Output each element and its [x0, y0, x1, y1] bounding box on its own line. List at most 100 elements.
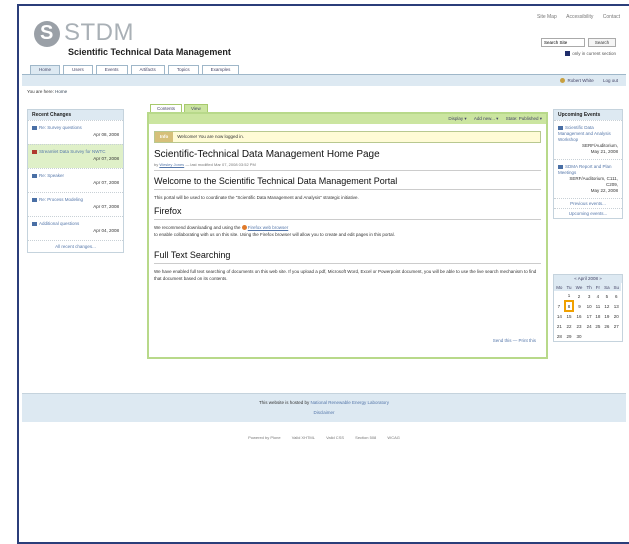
calendar-day[interactable]: 3: [585, 291, 594, 301]
tab-contents[interactable]: Contents: [150, 104, 183, 112]
calendar-day[interactable]: 30: [573, 331, 584, 341]
calendar-day[interactable]: 21: [554, 321, 565, 331]
calendar-day[interactable]: 4: [594, 291, 603, 301]
calendar-day: [585, 331, 594, 341]
author-link[interactable]: Wesley Jones: [159, 162, 184, 167]
calendar-day[interactable]: 15: [565, 311, 574, 321]
calendar-day[interactable]: 29: [565, 331, 574, 341]
send-this-link[interactable]: Send this: [493, 338, 512, 343]
calendar-day[interactable]: 7: [554, 301, 565, 311]
event-title[interactable]: SDMA Report and Plan Meetings: [558, 164, 612, 175]
item-label[interactable]: Re: Survey questions: [39, 125, 82, 130]
list-item[interactable]: Additional questions Apr 04, 2008: [28, 216, 123, 240]
badge-wcag[interactable]: WCAG: [387, 435, 399, 440]
contact-link[interactable]: Contact: [603, 14, 620, 20]
calendar-day[interactable]: 16: [573, 311, 584, 321]
item-label[interactable]: Additional questions: [39, 221, 79, 226]
calendar-day[interactable]: 12: [602, 301, 611, 311]
search-button[interactable]: Search: [588, 38, 616, 47]
tab-artifacts[interactable]: Artifacts: [130, 65, 165, 74]
only-section-option: only in current section: [565, 51, 616, 56]
badge-508[interactable]: Section 508: [355, 435, 376, 440]
calendar-day-header: Th: [584, 283, 594, 291]
full-text-heading: Full Text Searching: [154, 250, 231, 260]
badge-plone[interactable]: Powered by Plone: [248, 435, 280, 440]
calendar-day[interactable]: 24: [585, 321, 594, 331]
tab-topics[interactable]: Topics: [167, 65, 199, 74]
display-menu[interactable]: Display ▾: [448, 116, 466, 121]
calendar-week: 28 29 30: [554, 331, 621, 341]
accessibility-link[interactable]: Accessibility: [566, 14, 593, 20]
calendar-day[interactable]: 1: [565, 291, 574, 301]
hosted-prefix: This website is hosted by: [258, 400, 310, 405]
firefox-heading: Firefox: [154, 206, 182, 216]
item-date: Apr 07, 2008: [93, 204, 119, 209]
calendar-day[interactable]: 11: [594, 301, 603, 311]
content-area: Display ▾ Add new... ▾ State: Published …: [147, 112, 548, 359]
user-icon: [560, 78, 566, 84]
calendar-day[interactable]: 9: [573, 301, 584, 311]
calendar-day[interactable]: 25: [594, 321, 603, 331]
print-this-link[interactable]: Print this: [518, 338, 536, 343]
info-label: Info: [155, 132, 174, 142]
list-item[interactable]: Re: Survey questions Apr 08, 2008: [28, 120, 123, 144]
calendar-day[interactable]: 26: [602, 321, 611, 331]
event-item[interactable]: SDMA Report and Plan Meetings SERF/Audit…: [554, 159, 622, 198]
brand-full: Scientific Technical Data Management: [68, 47, 231, 57]
tab-examples[interactable]: Examples: [201, 65, 240, 74]
calendar-week: 21 22 23 24 25 26 27: [554, 321, 621, 331]
tab-users[interactable]: Users: [63, 65, 93, 74]
calendar-day[interactable]: 10: [585, 301, 594, 311]
breadcrumb-home[interactable]: Home: [55, 89, 67, 94]
calendar-day[interactable]: 17: [585, 311, 594, 321]
welcome-text: This portal will be used to coordinate t…: [154, 195, 359, 200]
calendar-day[interactable]: 14: [554, 311, 565, 321]
calendar-day-header: Fr: [593, 283, 603, 291]
calendar-day[interactable]: 27: [612, 321, 621, 331]
calendar-day[interactable]: 18: [594, 311, 603, 321]
item-label[interactable]: Re: Speaker: [39, 173, 64, 178]
event-item[interactable]: Scientific Data Management and Analysis …: [554, 120, 622, 159]
calendar-day[interactable]: 8: [563, 300, 575, 312]
calendar-day[interactable]: 6: [612, 291, 621, 301]
logo-icon[interactable]: [34, 21, 60, 47]
add-new-menu[interactable]: Add new... ▾: [474, 116, 499, 121]
all-recent-changes-link[interactable]: All recent changes...: [28, 240, 123, 252]
tab-events[interactable]: Events: [95, 65, 128, 74]
info-message: Info Welcome! You are now logged in.: [154, 131, 541, 143]
item-label[interactable]: Re: Process Modeling: [39, 197, 83, 202]
logout-link[interactable]: Log out: [603, 78, 618, 83]
calendar-day[interactable]: 19: [602, 311, 611, 321]
calendar-day[interactable]: 22: [565, 321, 574, 331]
badge-xhtml[interactable]: Valid XHTML: [292, 435, 315, 440]
user-name-link[interactable]: Robert White: [567, 78, 593, 83]
list-item[interactable]: Re: Process Modeling Apr 07, 2008: [28, 192, 123, 216]
byline: by Wesley Jones — last modified Mar 07, …: [154, 162, 541, 167]
firefox-link[interactable]: Firefox web browser: [248, 225, 289, 230]
list-item[interactable]: Streamlet Data Survey for NWTC Apr 07, 2…: [28, 144, 123, 168]
badge-css[interactable]: Valid CSS: [326, 435, 344, 440]
search-input[interactable]: [541, 38, 585, 47]
tab-view[interactable]: View: [184, 104, 208, 112]
upcoming-events-link[interactable]: Upcoming events...: [554, 208, 622, 218]
event-title[interactable]: Scientific Data Management and Analysis …: [558, 125, 611, 142]
footer: This website is hosted by National Renew…: [22, 393, 626, 422]
calendar-day[interactable]: 28: [554, 331, 565, 341]
calendar-day[interactable]: 2: [573, 291, 584, 301]
state-menu[interactable]: State: Published ▾: [506, 116, 542, 121]
previous-events-link[interactable]: Previous events...: [554, 198, 622, 208]
calendar-day[interactable]: 20: [612, 311, 621, 321]
site-map-link[interactable]: Site Map: [537, 14, 557, 20]
calendar-day[interactable]: 23: [573, 321, 584, 331]
calendar-day[interactable]: 13: [612, 301, 621, 311]
calendar-month[interactable]: « April 2008 »: [554, 275, 622, 283]
disclaimer-link[interactable]: Disclaimer: [22, 410, 626, 415]
only-section-checkbox[interactable]: [565, 51, 571, 56]
item-label[interactable]: Streamlet Data Survey for NWTC: [39, 149, 106, 154]
nrel-link[interactable]: National Renewable Energy Laboratory: [310, 400, 389, 405]
calendar-day[interactable]: 5: [602, 291, 611, 301]
item-date: Apr 04, 2008: [93, 228, 119, 233]
tab-home[interactable]: Home: [30, 65, 61, 74]
list-item[interactable]: Re: Speaker Apr 07, 2008: [28, 168, 123, 192]
event-icon: [558, 164, 563, 169]
